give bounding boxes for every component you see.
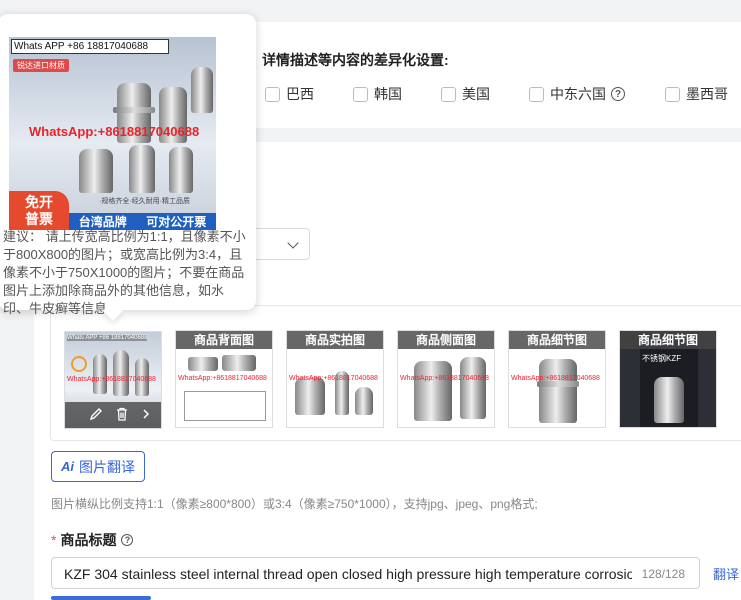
watermark-text: WhatsApp:+8618817040688: [511, 375, 600, 382]
preview-header: Whats APP +86 18817040688: [11, 39, 169, 54]
image-format-hint: 图片横纵比例支持1:1（像素≥800*800）或3:4（像素≥750*1000）…: [51, 497, 538, 511]
checkbox-usa[interactable]: 美国: [441, 84, 490, 104]
fitting-image: [113, 350, 129, 396]
required-mark: *: [51, 532, 57, 548]
watermark-text: WhatsApp:+8618817040688: [289, 375, 378, 382]
main-image-thumb[interactable]: Whats APP +86 18817040688 WhatsApp:+8618…: [64, 331, 162, 429]
tooltip-guideline-text: 建议： 请上传宽高比例为1:1，且像素不小于800X800的图片；或宽高比例为3…: [3, 229, 246, 316]
preview-tag: 锐达进口材质: [13, 59, 69, 72]
thumb-label: 商品背面图: [176, 331, 272, 349]
preview-invoice-badge: 免开 普票: [9, 191, 69, 230]
thumb-detail-view[interactable]: WhatsApp:+8618817040688 商品细节图: [508, 330, 606, 428]
preview-slogan: ·规格齐全·经久耐用·精工品质: [99, 198, 190, 205]
badge-line: 免开: [25, 194, 53, 210]
chevron-right-icon[interactable]: [141, 407, 151, 423]
fitting-image: [191, 67, 213, 113]
fitting-image: [295, 377, 325, 415]
fitting-image: [355, 387, 373, 415]
char-counter: 128/128: [641, 567, 685, 581]
checkbox-middle-east[interactable]: 中东六国 ?: [529, 84, 625, 104]
tooltip-preview-image: Whats APP +86 18817040688 锐达进口材质 WhatsAp…: [9, 37, 216, 230]
fitting-image: [79, 149, 113, 193]
thumb-side-view[interactable]: WhatsApp:+8618817040688 商品侧面图: [397, 330, 495, 428]
image-guideline-tooltip: Whats APP +86 18817040688 锐达进口材质 WhatsAp…: [0, 14, 256, 316]
product-title-input[interactable]: KZF 304 stainless steel internal thread …: [51, 557, 700, 589]
thumb-caption: 不锈钢KZF: [642, 354, 682, 363]
fitting-image: [129, 145, 155, 193]
checkbox-brazil[interactable]: 巴西: [265, 84, 314, 104]
focus-ring: [71, 356, 87, 372]
thumb-real-shot[interactable]: WhatsApp:+8618817040688 商品实拍图: [286, 330, 384, 428]
badge-line: 普票: [25, 211, 53, 227]
help-icon[interactable]: ?: [121, 534, 134, 546]
label-text: 商品标题: [60, 532, 117, 548]
differentiation-title: 详情描述等内容的差异化设置:: [262, 52, 449, 68]
checkbox-box[interactable]: [441, 86, 456, 102]
checkbox-box[interactable]: [529, 86, 544, 102]
fitting-image: [460, 357, 486, 419]
checkbox-box[interactable]: [665, 86, 680, 102]
delete-icon[interactable]: [115, 407, 129, 423]
help-icon[interactable]: ?: [611, 87, 625, 101]
watermark-text: WhatsApp:+8618817040688: [178, 375, 267, 382]
preview-watermark: WhatsApp:+8618817040688: [29, 124, 200, 139]
fitting-ring: [113, 107, 155, 113]
watermark-text: WhatsApp:+8618817040688: [400, 375, 489, 382]
thumb-action-bar: [65, 402, 161, 428]
checkbox-label: 中东六国: [550, 86, 606, 102]
thumb-back-view[interactable]: WhatsApp:+8618817040688 商品背面图: [175, 330, 273, 428]
scroll-indicator: [51, 596, 151, 600]
fitting-image: [414, 361, 452, 421]
fitting-image: [169, 147, 193, 193]
fitting-image: [93, 354, 107, 394]
image-translate-button[interactable]: Ai 图片翻译: [51, 451, 145, 482]
checkbox-korea[interactable]: 韩国: [353, 84, 402, 104]
fitting-image: [222, 355, 256, 371]
checkbox-label: 韩国: [374, 86, 402, 102]
title-value: KZF 304 stainless steel internal thread …: [64, 566, 632, 582]
translate-link[interactable]: 翻译: [713, 564, 739, 583]
thumb-label: 商品细节图: [620, 331, 716, 349]
checkbox-mexico[interactable]: 墨西哥: [665, 84, 728, 104]
product-title-label: * 商品标题 ?: [51, 530, 134, 550]
thumb-detail-view-2[interactable]: 不锈钢KZF 商品细节图: [619, 330, 717, 428]
chevron-down-icon: [287, 237, 299, 249]
thumb-label: 商品实拍图: [287, 331, 383, 349]
fitting-image: [188, 357, 218, 371]
checkbox-label: 美国: [462, 86, 490, 102]
watermark-text: WhatsApp:+8618817040688: [67, 376, 156, 383]
fitting-image: [539, 359, 577, 423]
edit-icon[interactable]: [89, 407, 103, 423]
checkbox-label: 墨西哥: [686, 86, 728, 102]
checkbox-label: 巴西: [286, 86, 314, 102]
thumb-header-text: Whats APP +86 18817040688: [67, 335, 148, 341]
fitting-image: [654, 377, 684, 423]
ai-icon: Ai: [61, 459, 74, 474]
thumb-label: 商品细节图: [509, 331, 605, 349]
thumb-label: 商品侧面图: [398, 331, 494, 349]
checkbox-box[interactable]: [353, 86, 368, 102]
checkbox-box[interactable]: [265, 86, 280, 102]
image-translate-label: 图片翻译: [79, 458, 135, 475]
drawing-image: [184, 391, 266, 421]
